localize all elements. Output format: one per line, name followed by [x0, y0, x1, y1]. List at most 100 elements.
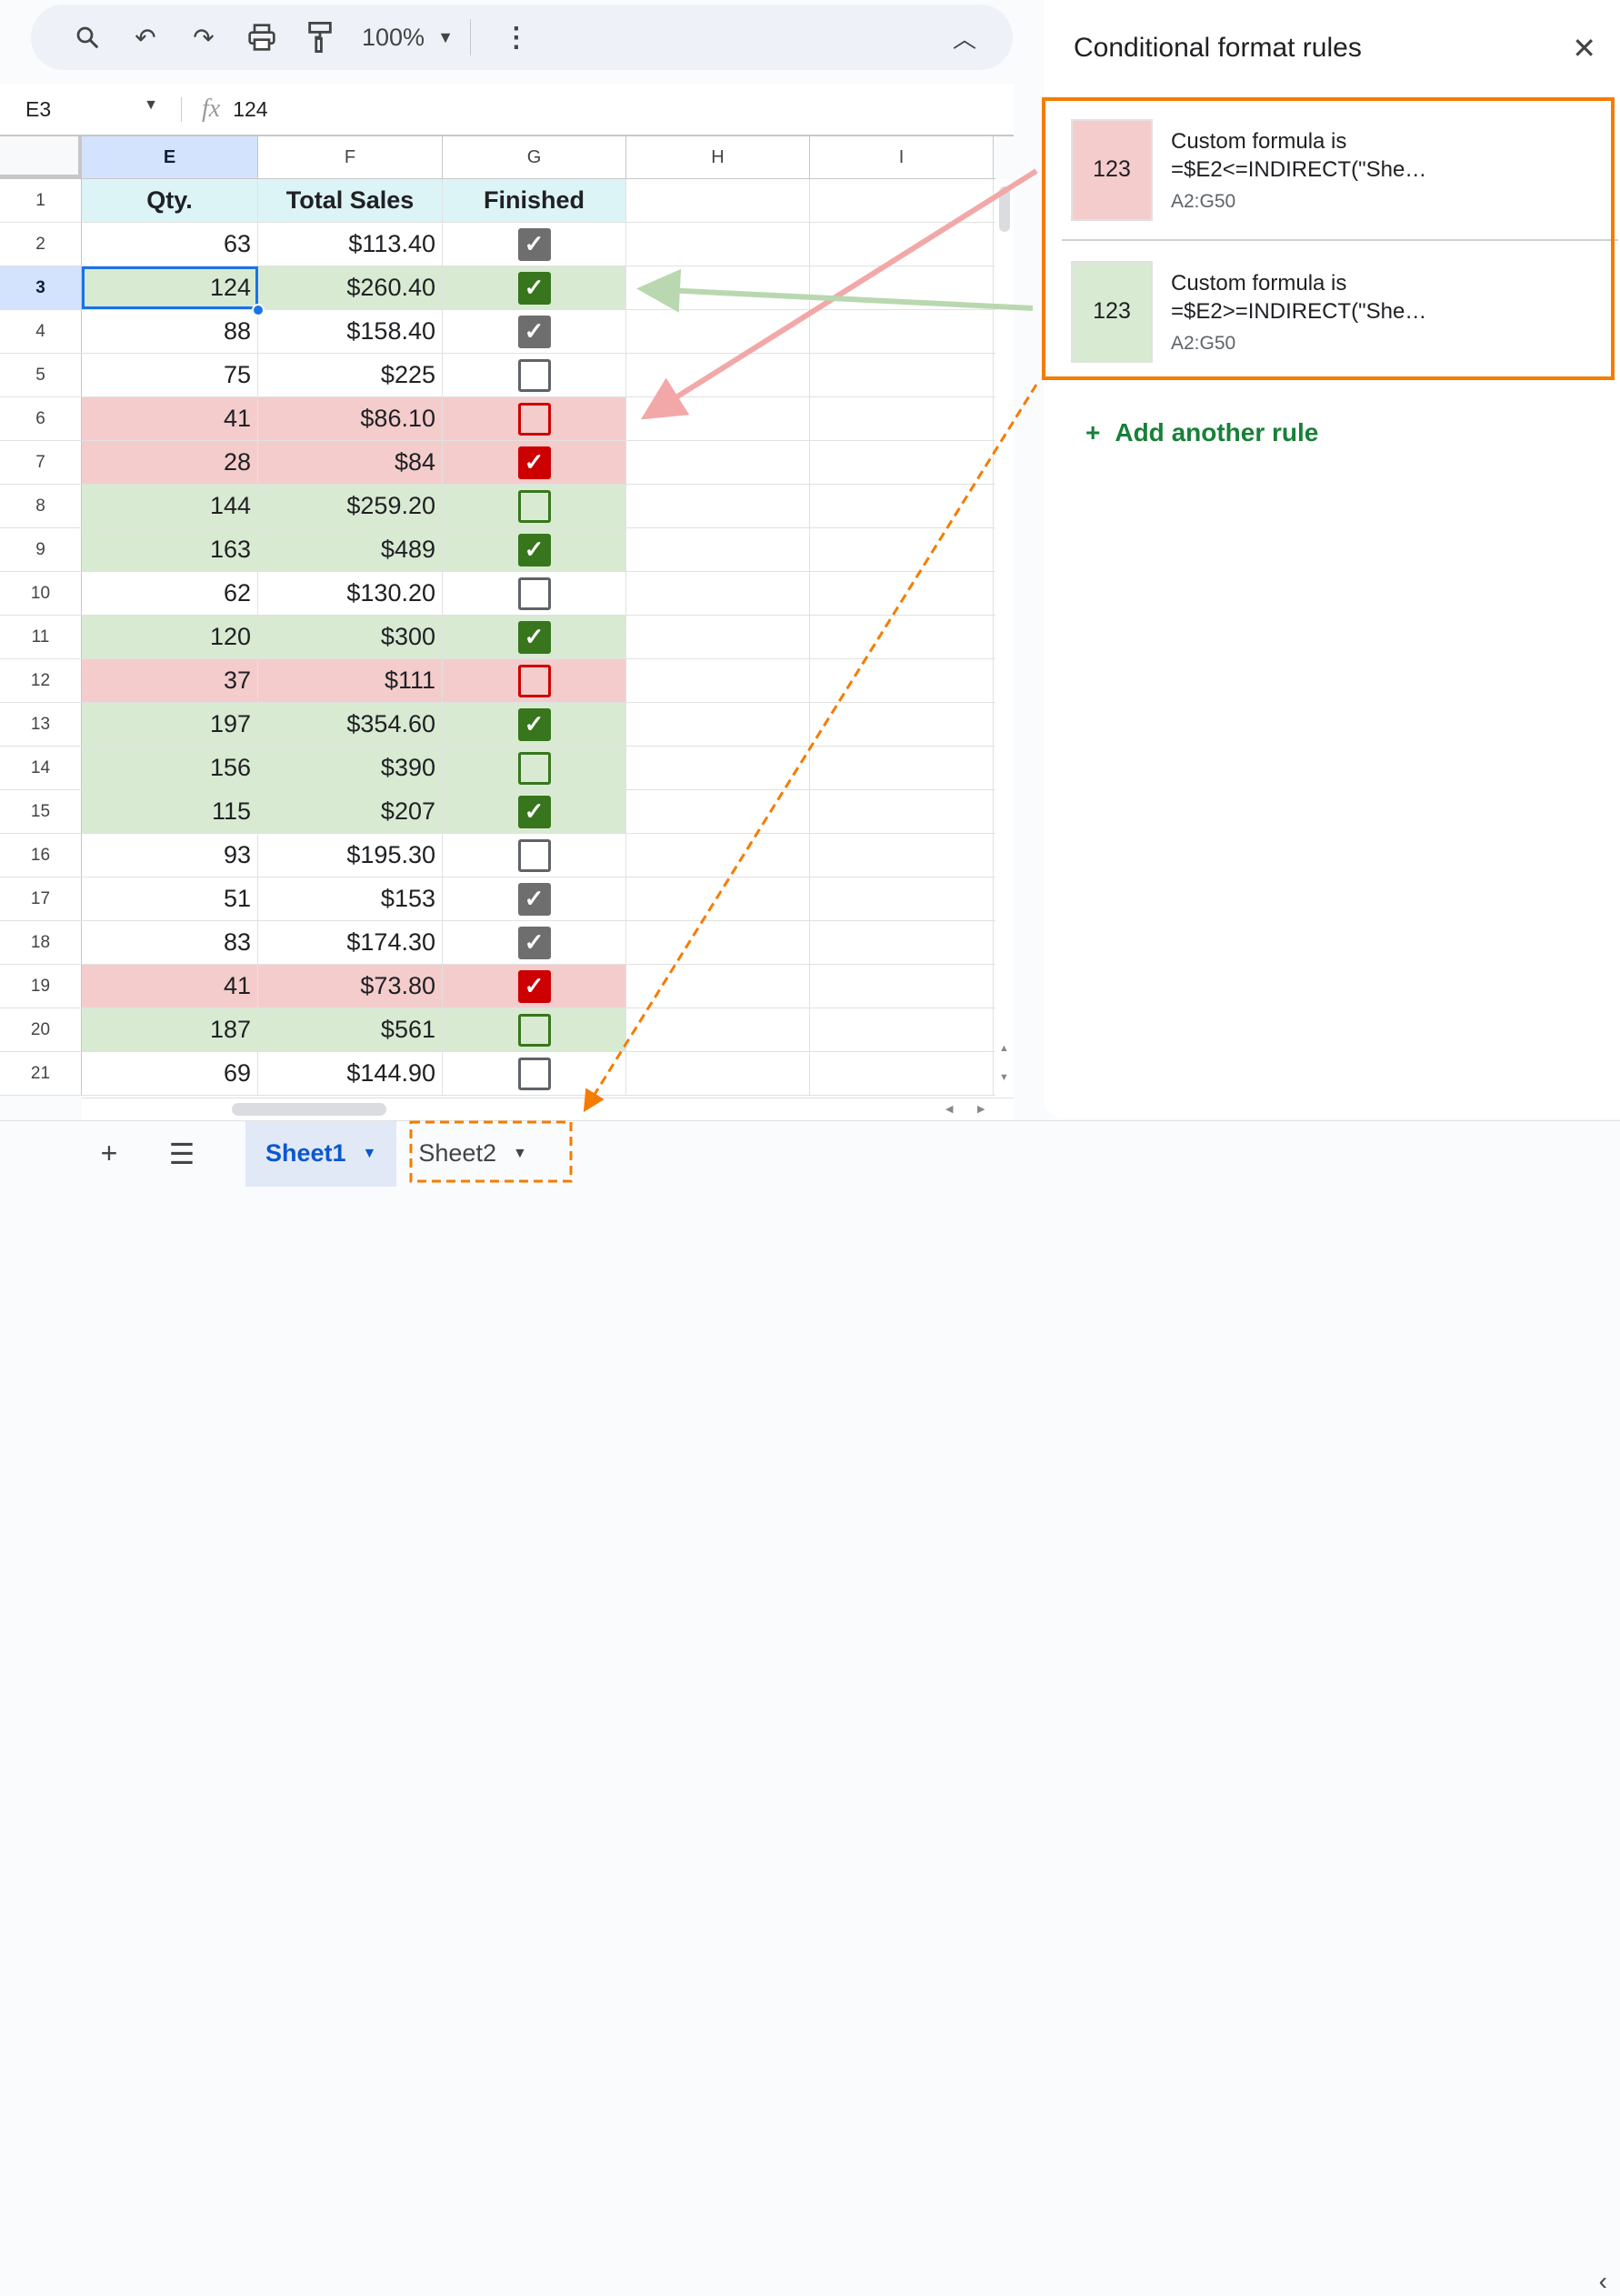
cell-finished[interactable]: ✓ [443, 441, 626, 484]
cell[interactable] [810, 616, 994, 658]
row-header[interactable]: 6 [0, 397, 82, 440]
horizontal-scrollbar[interactable]: ◀ ▶ [82, 1098, 1014, 1120]
row-header[interactable]: 2 [0, 223, 82, 266]
checkbox[interactable]: ✓ [517, 795, 551, 828]
cell[interactable] [626, 1052, 810, 1095]
checkbox[interactable] [517, 358, 551, 392]
cell-qty[interactable]: 163 [82, 528, 258, 571]
cell-finished[interactable]: ✓ [443, 921, 626, 964]
cell-total-sales[interactable]: $84 [258, 441, 443, 484]
cell[interactable] [810, 965, 994, 1008]
row-header[interactable]: 21 [0, 1052, 82, 1095]
cell[interactable] [626, 616, 810, 658]
cell-finished[interactable]: ✓ [443, 965, 626, 1008]
cell-finished[interactable] [443, 834, 626, 877]
checkbox[interactable] [517, 1013, 551, 1047]
cell-qty[interactable]: 63 [82, 223, 258, 266]
chevron-down-icon[interactable]: ▼ [144, 97, 158, 122]
cell-total-sales[interactable]: $158.40 [258, 310, 443, 353]
chevron-down-icon[interactable]: ▼ [437, 28, 454, 47]
cell[interactable] [810, 441, 994, 484]
zoom-select[interactable]: 100% [349, 24, 437, 52]
row-header[interactable]: 16 [0, 834, 82, 877]
cell-qty[interactable]: 187 [82, 1008, 258, 1051]
cell-finished[interactable] [443, 397, 626, 440]
scroll-left-icon[interactable]: ◀ [945, 1103, 953, 1115]
cell-qty[interactable]: 115 [82, 790, 258, 833]
cell[interactable] [810, 528, 994, 571]
row-header[interactable]: 7 [0, 441, 82, 484]
cell-qty[interactable]: 83 [82, 921, 258, 964]
formula-input[interactable]: 124 [233, 97, 267, 122]
cell-qty[interactable]: 69 [82, 1052, 258, 1095]
paint-format-icon[interactable] [291, 15, 349, 60]
cell[interactable] [810, 354, 994, 396]
close-icon[interactable]: ✕ [1572, 31, 1596, 65]
cell-total-sales[interactable]: $390 [258, 747, 443, 789]
cell-qty[interactable]: 93 [82, 834, 258, 877]
checkbox[interactable] [517, 751, 551, 785]
row-header[interactable]: 19 [0, 965, 82, 1008]
checkbox[interactable]: ✓ [517, 707, 551, 741]
cell[interactable] [626, 965, 810, 1008]
column-header-h[interactable]: H [626, 136, 810, 178]
expand-side-panel-icon[interactable]: ‹ [1599, 2267, 1607, 2296]
chevron-down-icon[interactable]: ▼ [513, 1146, 527, 1162]
checkbox[interactable]: ✓ [517, 446, 551, 479]
checkbox[interactable]: ✓ [517, 969, 551, 1003]
cell-qty[interactable]: 197 [82, 703, 258, 746]
cell-total-sales[interactable]: $260.40 [258, 266, 443, 309]
redo-icon[interactable]: ↷ [175, 15, 233, 60]
cell-finished[interactable] [443, 1052, 626, 1095]
cell-total-sales[interactable]: $130.20 [258, 572, 443, 615]
cell-finished[interactable]: ✓ [443, 703, 626, 746]
cell-total-sales[interactable]: $73.80 [258, 965, 443, 1008]
column-header-e[interactable]: E [82, 136, 258, 178]
more-vert-icon[interactable]: ⋮ [487, 15, 545, 60]
cell[interactable] [810, 834, 994, 877]
column-header-f[interactable]: F [258, 136, 443, 178]
cell[interactable] [810, 747, 994, 789]
cell-finished[interactable]: ✓ [443, 310, 626, 353]
cell-qty[interactable]: 124 [82, 266, 265, 316]
scroll-right-icon[interactable]: ▶ [977, 1103, 985, 1115]
rule-item[interactable]: 123 Custom formula is =$E2<=INDIRECT("She… [1062, 100, 1618, 241]
cell[interactable] [626, 179, 810, 222]
cell-finished[interactable]: ✓ [443, 790, 626, 833]
cell-total-sales[interactable]: $207 [258, 790, 443, 833]
search-icon[interactable] [58, 15, 116, 60]
cell[interactable] [626, 397, 810, 440]
cell[interactable] [810, 1008, 994, 1051]
checkbox[interactable] [517, 1057, 551, 1090]
cell-finished[interactable]: ✓ [443, 223, 626, 266]
cell-qty[interactable]: 75 [82, 354, 258, 396]
cell-total-sales[interactable]: $111 [258, 659, 443, 702]
row-header[interactable]: 18 [0, 921, 82, 964]
cell-total-sales[interactable]: $225 [258, 354, 443, 396]
row-header[interactable]: 3 [0, 266, 82, 309]
cell-finished[interactable] [443, 1008, 626, 1051]
cell[interactable] [810, 223, 994, 266]
cell-total-sales[interactable]: $300 [258, 616, 443, 658]
cell-qty[interactable]: 37 [82, 659, 258, 702]
cell-qty[interactable]: 41 [82, 965, 258, 1008]
cell-total-sales[interactable]: $86.10 [258, 397, 443, 440]
cell[interactable] [626, 528, 810, 571]
cell[interactable] [810, 179, 994, 222]
header-cell-finished[interactable]: Finished [443, 179, 626, 222]
row-header[interactable]: 1 [0, 179, 82, 222]
cell[interactable] [626, 223, 810, 266]
cell-total-sales[interactable]: $561 [258, 1008, 443, 1051]
rule-item[interactable]: 123 Custom formula is =$E2>=INDIRECT("She… [1062, 241, 1618, 382]
row-header[interactable]: 4 [0, 310, 82, 353]
cell[interactable] [810, 659, 994, 702]
vertical-scrollbar[interactable]: ▲ ▼ [995, 179, 1014, 1098]
row-header[interactable]: 8 [0, 485, 82, 527]
scroll-down-icon[interactable]: ▼ [999, 1072, 1009, 1083]
cell[interactable] [626, 266, 810, 309]
cell[interactable] [626, 659, 810, 702]
cell-total-sales[interactable]: $174.30 [258, 921, 443, 964]
cell-finished[interactable] [443, 747, 626, 789]
fill-handle[interactable] [252, 304, 265, 316]
cell[interactable] [810, 266, 994, 309]
